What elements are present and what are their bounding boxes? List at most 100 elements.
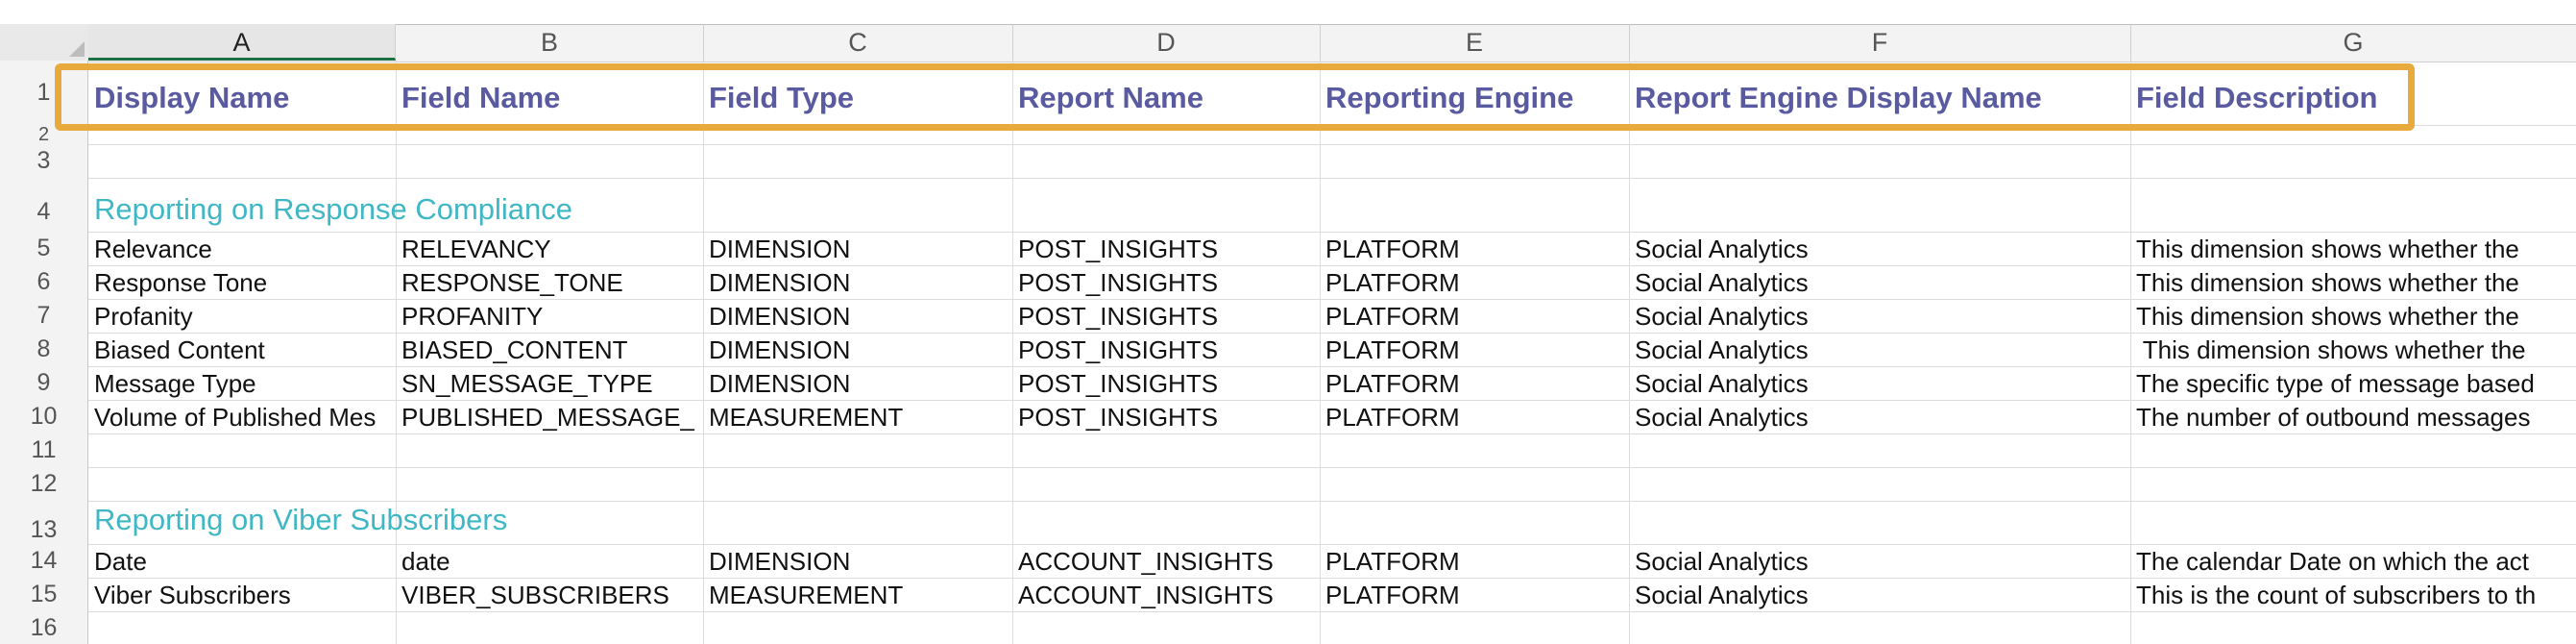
cell-a15[interactable]: Viber Subscribers [88, 581, 396, 611]
cell-b10[interactable]: PUBLISHED_MESSAGE_ [396, 403, 703, 433]
cell-e8[interactable]: PLATFORM [1320, 335, 1629, 366]
header-field-description[interactable]: Field Description [2130, 81, 2576, 119]
cell-a6[interactable]: Response Tone [88, 268, 396, 299]
cell-f14[interactable]: Social Analytics [1629, 547, 2130, 578]
cell-g8[interactable]: This dimension shows whether the [2130, 335, 2576, 366]
cell-e10[interactable]: PLATFORM [1320, 403, 1629, 433]
column-header-e[interactable]: E [1320, 24, 1630, 61]
row-header-3[interactable]: 3 [0, 144, 88, 178]
column-header-c[interactable]: C [703, 24, 1013, 61]
row-header-7[interactable]: 7 [0, 299, 88, 333]
cell-f10[interactable]: Social Analytics [1629, 403, 2130, 433]
cell-f8[interactable]: Social Analytics [1629, 335, 2130, 366]
cell-a7[interactable]: Profanity [88, 302, 396, 333]
column-header-f[interactable]: F [1629, 24, 2131, 61]
cell-c14[interactable]: DIMENSION [703, 547, 1012, 578]
gridline [88, 125, 2576, 126]
gridline [88, 178, 2576, 179]
header-field-name[interactable]: Field Name [396, 81, 703, 119]
cell-a10[interactable]: Volume of Published Mes [88, 403, 396, 433]
cell-c7[interactable]: DIMENSION [703, 302, 1012, 333]
section-title-viber-subscribers[interactable]: Reporting on Viber Subscribers [88, 503, 703, 541]
cell-e6[interactable]: PLATFORM [1320, 268, 1629, 299]
row-header-8[interactable]: 8 [0, 333, 88, 366]
cell-b15[interactable]: VIBER_SUBSCRIBERS [396, 581, 703, 611]
cell-g15[interactable]: This is the count of subscribers to th [2130, 581, 2576, 611]
cell-a14[interactable]: Date [88, 547, 396, 578]
cell-d8[interactable]: POST_INSIGHTS [1012, 335, 1320, 366]
gridline [88, 232, 2576, 233]
cell-b5[interactable]: RELEVANCY [396, 235, 703, 265]
row-header-2[interactable]: 2 [0, 125, 88, 144]
cell-g5[interactable]: This dimension shows whether the [2130, 235, 2576, 265]
row-header-6[interactable]: 6 [0, 265, 88, 299]
row-header-11[interactable]: 11 [0, 433, 88, 467]
row-header-5[interactable]: 5 [0, 232, 88, 265]
gridline [88, 144, 2576, 145]
cell-f7[interactable]: Social Analytics [1629, 302, 2130, 333]
cell-a8[interactable]: Biased Content [88, 335, 396, 366]
row-header-9[interactable]: 9 [0, 366, 88, 400]
cell-d15[interactable]: ACCOUNT_INSIGHTS [1012, 581, 1320, 611]
cell-c8[interactable]: DIMENSION [703, 335, 1012, 366]
column-header-g[interactable]: G [2130, 24, 2576, 61]
cell-f9[interactable]: Social Analytics [1629, 369, 2130, 400]
row-header-14[interactable]: 14 [0, 544, 88, 578]
cell-g14[interactable]: The calendar Date on which the act [2130, 547, 2576, 578]
cell-f5[interactable]: Social Analytics [1629, 235, 2130, 265]
cell-g6[interactable]: This dimension shows whether the [2130, 268, 2576, 299]
row-header-4[interactable]: 4 [0, 178, 88, 232]
top-edge [0, 0, 2576, 24]
header-report-name[interactable]: Report Name [1012, 81, 1320, 119]
cell-d9[interactable]: POST_INSIGHTS [1012, 369, 1320, 400]
cell-d6[interactable]: POST_INSIGHTS [1012, 268, 1320, 299]
cell-b6[interactable]: RESPONSE_TONE [396, 268, 703, 299]
cell-g9[interactable]: The specific type of message based [2130, 369, 2576, 400]
header-reporting-engine[interactable]: Reporting Engine [1320, 81, 1629, 119]
row-header-13[interactable]: 13 [0, 501, 88, 544]
cell-e15[interactable]: PLATFORM [1320, 581, 1629, 611]
cell-a5[interactable]: Relevance [88, 235, 396, 265]
gridline [88, 467, 2576, 468]
cell-e5[interactable]: PLATFORM [1320, 235, 1629, 265]
cell-c10[interactable]: MEASUREMENT [703, 403, 1012, 433]
cell-g10[interactable]: The number of outbound messages [2130, 403, 2576, 433]
cell-d10[interactable]: POST_INSIGHTS [1012, 403, 1320, 433]
row-header-16[interactable]: 16 [0, 611, 88, 644]
row-header-1[interactable]: 1 [0, 61, 88, 125]
cell-d7[interactable]: POST_INSIGHTS [1012, 302, 1320, 333]
cell-d5[interactable]: POST_INSIGHTS [1012, 235, 1320, 265]
header-report-engine-display-name[interactable]: Report Engine Display Name [1629, 81, 2130, 119]
cell-b9[interactable]: SN_MESSAGE_TYPE [396, 369, 703, 400]
row-header-15[interactable]: 15 [0, 578, 88, 611]
select-all-corner[interactable] [0, 24, 89, 61]
gridline [88, 366, 2576, 367]
select-all-triangle-icon [69, 41, 85, 57]
cell-a9[interactable]: Message Type [88, 369, 396, 400]
cell-b8[interactable]: BIASED_CONTENT [396, 335, 703, 366]
cell-f15[interactable]: Social Analytics [1629, 581, 2130, 611]
spreadsheet: A B C D E F G 1 2 3 4 5 6 7 8 9 10 11 12… [0, 0, 2576, 644]
cell-e9[interactable]: PLATFORM [1320, 369, 1629, 400]
section-title-response-compliance[interactable]: Reporting on Response Compliance [88, 192, 703, 231]
gridline [88, 433, 2576, 434]
row-header-10[interactable]: 10 [0, 400, 88, 433]
cell-f6[interactable]: Social Analytics [1629, 268, 2130, 299]
cell-e14[interactable]: PLATFORM [1320, 547, 1629, 578]
header-display-name[interactable]: Display Name [88, 81, 396, 119]
cell-b7[interactable]: PROFANITY [396, 302, 703, 333]
cell-c9[interactable]: DIMENSION [703, 369, 1012, 400]
row-header-12[interactable]: 12 [0, 467, 88, 501]
gridline [88, 501, 2576, 502]
cell-e7[interactable]: PLATFORM [1320, 302, 1629, 333]
cell-c5[interactable]: DIMENSION [703, 235, 1012, 265]
header-field-type[interactable]: Field Type [703, 81, 1012, 119]
cell-d14[interactable]: ACCOUNT_INSIGHTS [1012, 547, 1320, 578]
cell-g7[interactable]: This dimension shows whether the [2130, 302, 2576, 333]
column-header-a[interactable]: A [88, 24, 396, 61]
column-header-d[interactable]: D [1012, 24, 1321, 61]
cell-c6[interactable]: DIMENSION [703, 268, 1012, 299]
cell-b14[interactable]: date [396, 547, 703, 578]
cell-c15[interactable]: MEASUREMENT [703, 581, 1012, 611]
column-header-b[interactable]: B [396, 24, 704, 61]
